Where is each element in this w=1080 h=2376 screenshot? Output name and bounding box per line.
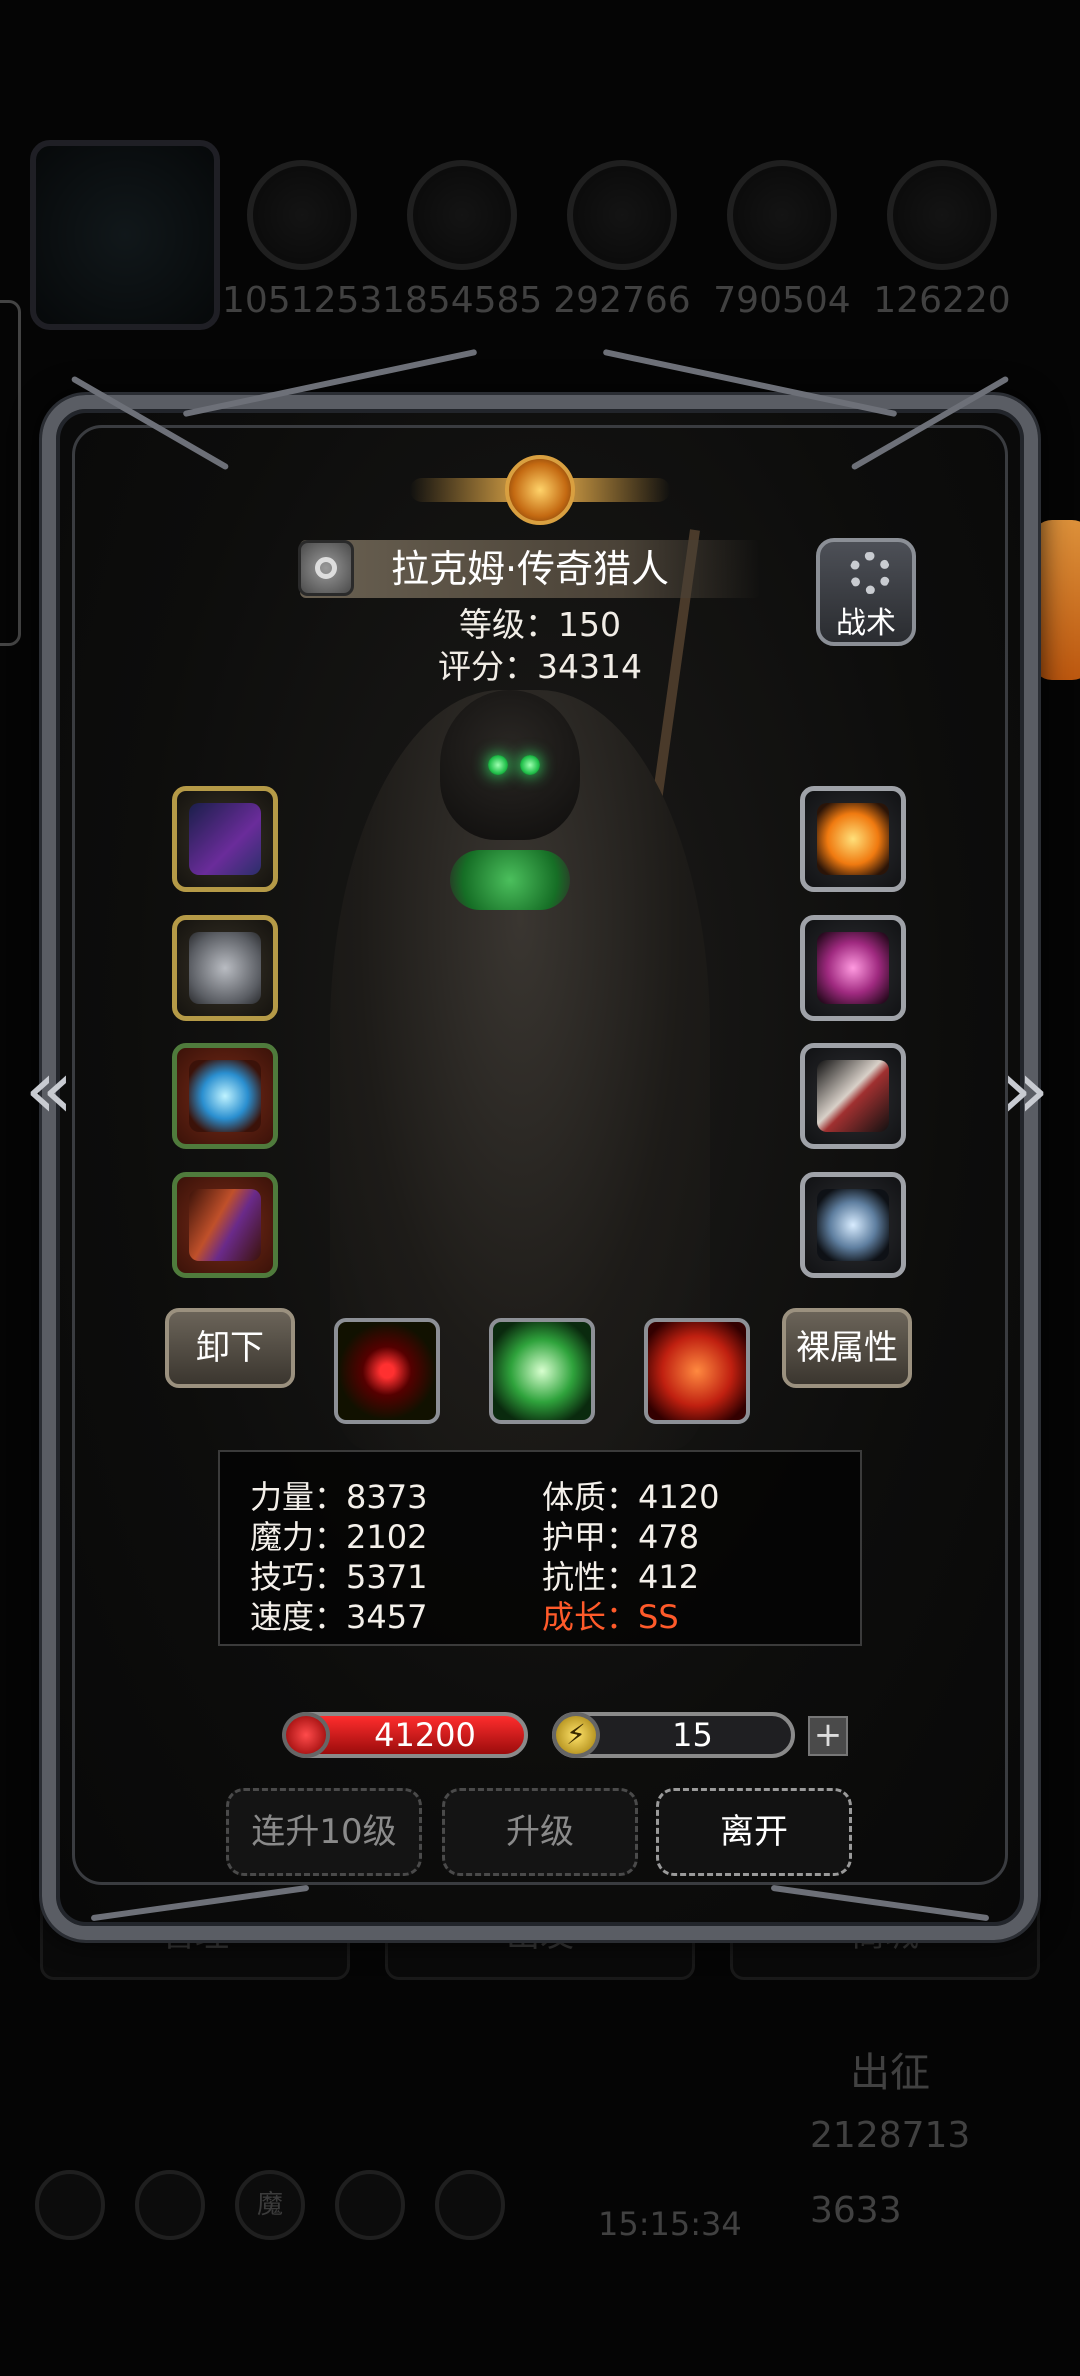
bg-menu-1: [35, 2170, 105, 2240]
feather-blade-icon: [817, 1060, 889, 1132]
hero-level: 等级：150: [459, 605, 621, 644]
equip-slot-feather[interactable]: [800, 1043, 906, 1149]
character-hood: [440, 690, 580, 840]
side-drawer-handle[interactable]: [0, 300, 21, 646]
bg-gem-value: 3633: [810, 2190, 902, 2231]
armor-icon: [189, 932, 261, 1004]
bg-menu-5: [435, 2170, 505, 2240]
gear-icon: [849, 552, 891, 594]
unequip-button[interactable]: 卸下: [165, 1308, 295, 1388]
hero-score: 评分：34314: [438, 647, 642, 686]
resource-icon-3: [567, 160, 677, 270]
hero-name: 拉克姆·传奇猎人: [390, 547, 670, 591]
bg-gold-value: 2128713: [810, 2115, 971, 2156]
target-skill-icon[interactable]: [334, 1318, 440, 1424]
stats-box: 力量：8373 体质：4120 魔力：2102 护甲：478 技巧：5371 抗…: [218, 1450, 862, 1646]
pistol-icon: [189, 803, 261, 875]
resource-icon-5: [887, 160, 997, 270]
character-gem-belt: [450, 850, 570, 910]
equip-slot-charm[interactable]: [800, 1172, 906, 1278]
bg-menu-2: [135, 2170, 205, 2240]
resource-icon-4: [727, 160, 837, 270]
chain-whip-icon: [189, 1189, 261, 1261]
pink-crystal-icon: [817, 932, 889, 1004]
player-avatar: [30, 140, 220, 330]
resource-value-3: 292766: [553, 280, 691, 321]
sun-emblem-icon: [505, 455, 575, 525]
equip-slot-pistol[interactable]: [172, 786, 278, 892]
bg-menu-3: 魔: [235, 2170, 305, 2240]
hero-class-icon[interactable]: [298, 540, 354, 596]
resource-value-2: 1854585: [382, 280, 543, 321]
bg-go-label: 出征: [850, 2050, 930, 2096]
level-up-button[interactable]: 升级: [442, 1788, 638, 1876]
stat-speed: 速度：3457: [250, 1598, 428, 1636]
base-stats-button[interactable]: 裸属性: [782, 1308, 912, 1388]
bg-menu-4: [335, 2170, 405, 2240]
hp-value: 41200: [374, 1716, 476, 1754]
equip-slot-crystal[interactable]: [800, 915, 906, 1021]
lightning-icon: ⚡: [552, 1712, 600, 1758]
cross-skill-icon[interactable]: [644, 1318, 750, 1424]
equip-slot-flower[interactable]: [172, 1043, 278, 1149]
blue-flower-icon: [189, 1060, 261, 1132]
heart-icon: [282, 1712, 330, 1758]
resource-icon-1: [247, 160, 357, 270]
prev-hero-arrow-icon[interactable]: «: [14, 1045, 84, 1135]
tactic-label: 战术: [836, 606, 896, 641]
leave-button[interactable]: 离开: [656, 1788, 852, 1876]
bg-timer: 15:15:34: [598, 2205, 742, 2243]
stat-growth: 成长：SS: [542, 1598, 679, 1636]
resource-value-1: 1051253: [222, 280, 383, 321]
tactic-button[interactable]: 战术: [816, 538, 916, 646]
fire-ring-icon: [817, 803, 889, 875]
equip-slot-armor[interactable]: [172, 915, 278, 1021]
character-eye-right: [520, 755, 540, 775]
skull-skill-icon[interactable]: [489, 1318, 595, 1424]
level-up-10-button[interactable]: 连升10级: [226, 1788, 422, 1876]
next-hero-arrow-icon[interactable]: »: [990, 1045, 1060, 1135]
equip-slot-ring[interactable]: [800, 786, 906, 892]
character-eye-left: [488, 755, 508, 775]
emblem-charm-icon: [817, 1189, 889, 1261]
equip-slot-whip[interactable]: [172, 1172, 278, 1278]
side-event-icon[interactable]: [1032, 520, 1080, 680]
resource-value-5: 126220: [873, 280, 1011, 321]
add-energy-button[interactable]: +: [808, 1716, 848, 1756]
resource-icon-2: [407, 160, 517, 270]
energy-value: 15: [672, 1716, 713, 1754]
resource-value-4: 790504: [713, 280, 851, 321]
